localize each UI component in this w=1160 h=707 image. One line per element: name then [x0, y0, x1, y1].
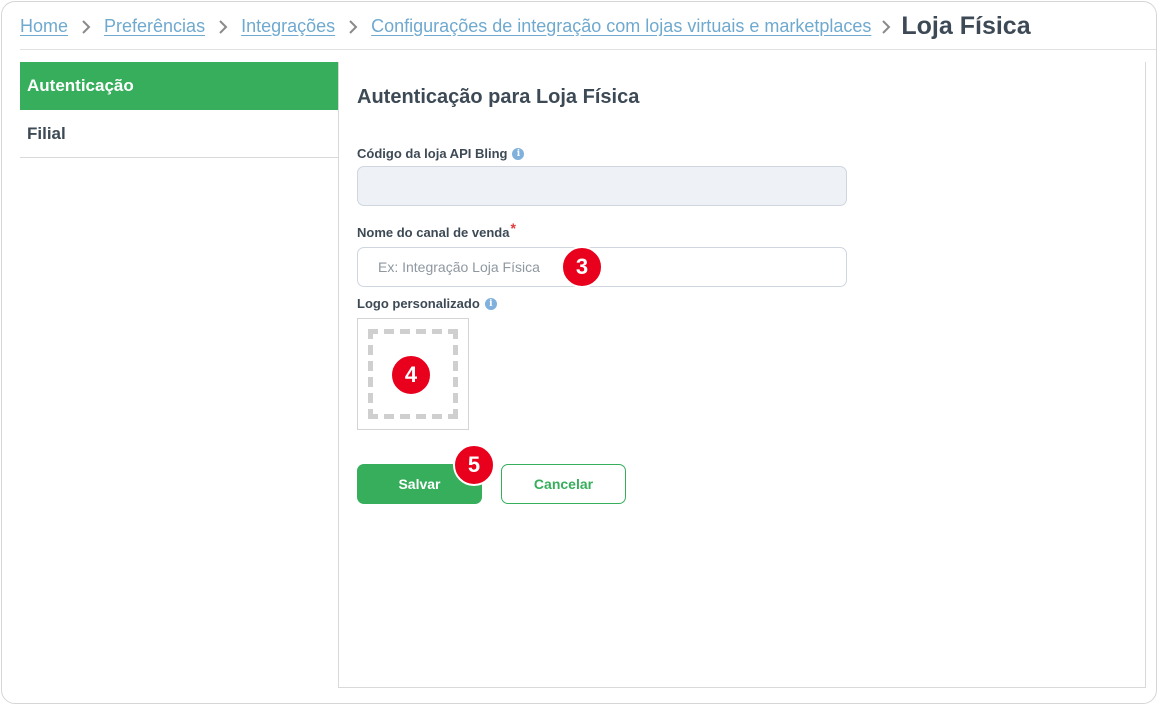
- logo-label-text: Logo personalizado: [357, 296, 480, 311]
- store-code-label-text: Código da loja API Bling: [357, 146, 508, 161]
- step-badge-3: 3: [561, 246, 603, 288]
- page-title: Loja Física: [901, 11, 1031, 40]
- breadcrumb-integration-settings[interactable]: Configurações de integração com lojas vi…: [371, 16, 871, 37]
- sidebar-item-label: Filial: [27, 123, 66, 143]
- breadcrumb: Home Preferências Integrações Configuraç…: [20, 10, 1031, 42]
- breadcrumb-home[interactable]: Home: [20, 16, 68, 37]
- logo-label: Logo personalizado i: [357, 296, 497, 311]
- channel-name-label: Nome do canal de venda *: [357, 220, 516, 240]
- breadcrumb-preferences[interactable]: Preferências: [104, 16, 205, 37]
- cancel-button[interactable]: Cancelar: [501, 464, 626, 504]
- chevron-right-icon: [205, 16, 241, 37]
- breadcrumb-integrations[interactable]: Integrações: [241, 16, 335, 37]
- store-code-label: Código da loja API Bling i: [357, 146, 525, 161]
- content-panel: Autenticação para Loja Física Código da …: [338, 62, 1146, 688]
- form-title: Autenticação para Loja Física: [357, 86, 640, 108]
- info-icon[interactable]: i: [512, 147, 525, 160]
- channel-name-label-text: Nome do canal de venda: [357, 224, 510, 240]
- step-badge-5: 5: [453, 444, 495, 486]
- required-mark: *: [510, 220, 516, 236]
- sidebar-item-label: Autenticação: [27, 75, 134, 95]
- store-code-input[interactable]: [357, 166, 847, 206]
- step-badge-4: 4: [390, 354, 432, 396]
- chevron-right-icon: [335, 16, 371, 37]
- sidebar-item-branch[interactable]: Filial: [20, 110, 338, 158]
- sidebar: Autenticação Filial: [20, 62, 338, 158]
- app-window: Home Preferências Integrações Configuraç…: [1, 1, 1157, 704]
- info-icon[interactable]: i: [484, 297, 497, 310]
- sidebar-item-authentication[interactable]: Autenticação: [20, 62, 338, 110]
- chevron-right-icon: [871, 16, 901, 37]
- header-divider: [20, 49, 1156, 50]
- chevron-right-icon: [68, 16, 104, 37]
